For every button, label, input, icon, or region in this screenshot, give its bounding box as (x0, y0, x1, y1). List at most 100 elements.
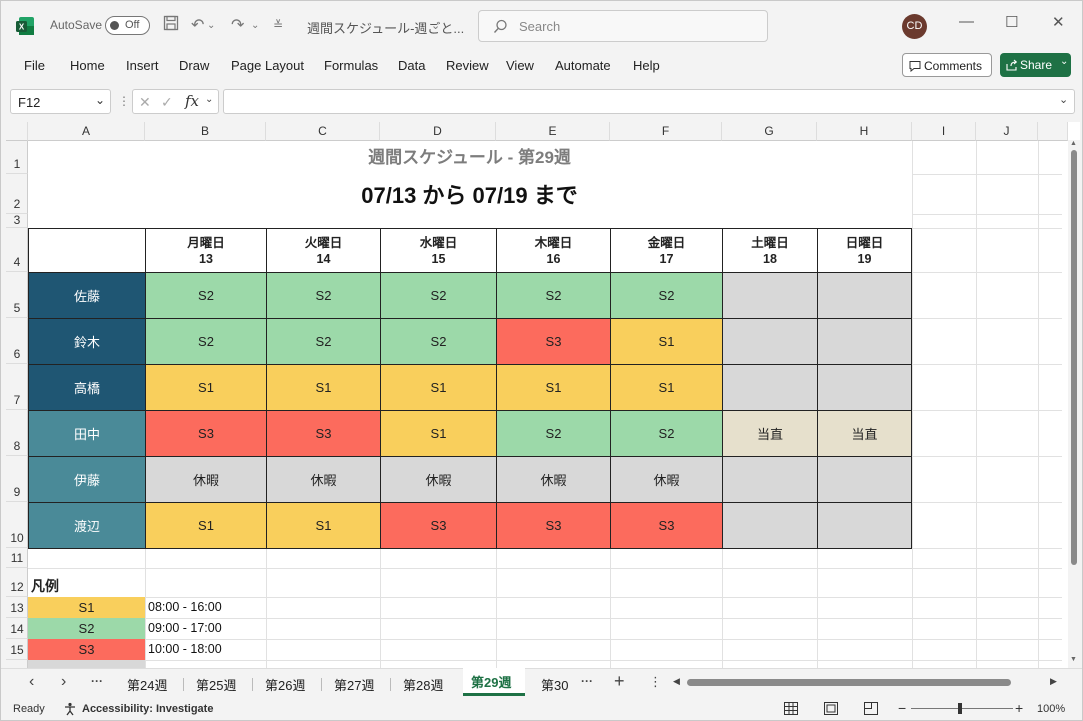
shift-cell[interactable] (722, 364, 818, 411)
comments-button[interactable]: Comments (902, 53, 992, 77)
shift-cell[interactable]: S2 (145, 318, 267, 365)
menu-formulas[interactable]: Formulas (324, 58, 378, 73)
page-break-preview-icon[interactable] (864, 702, 878, 715)
shift-cell[interactable] (817, 364, 912, 411)
shift-cell[interactable]: S1 (266, 364, 381, 411)
column-header-j[interactable]: J (976, 122, 1038, 141)
avatar[interactable]: CD (902, 14, 927, 39)
legend-time-cell[interactable]: 08:00 - 16:00 (148, 600, 222, 614)
menu-view[interactable]: View (506, 58, 534, 73)
menu-file[interactable]: File (24, 58, 45, 73)
search-box[interactable]: Search (478, 10, 768, 42)
shift-cell[interactable]: S2 (145, 272, 267, 319)
day-header-wed[interactable]: 水曜日 15 (380, 228, 497, 273)
shift-cell[interactable] (722, 456, 818, 503)
shift-cell[interactable]: S1 (496, 364, 611, 411)
shift-cell[interactable]: S1 (145, 502, 267, 549)
shift-cell[interactable]: S3 (266, 410, 381, 457)
legend-time-cell[interactable]: 10:00 - 18:00 (148, 642, 222, 656)
sheet-tab[interactable]: 第30 (541, 675, 573, 694)
row-header-5[interactable]: 5 (6, 272, 28, 318)
shift-cell[interactable]: 休暇 (380, 456, 497, 503)
horizontal-scroll-thumb[interactable] (687, 679, 1011, 686)
scroll-up-icon[interactable]: ▲ (1070, 140, 1077, 147)
prev-sheet-icon[interactable]: ‹ (29, 673, 34, 691)
shift-cell[interactable]: 休暇 (266, 456, 381, 503)
column-header-d[interactable]: D (380, 122, 496, 141)
row-header-15[interactable]: 15 (6, 639, 28, 660)
day-header-mon[interactable]: 月曜日 13 (145, 228, 267, 273)
title-chevron-down-icon[interactable]: ⌄ (431, 19, 440, 32)
row-header-13[interactable]: 13 (6, 597, 28, 618)
day-header-tue[interactable]: 火曜日 14 (266, 228, 381, 273)
column-header-i[interactable]: I (912, 122, 976, 141)
menu-draw[interactable]: Draw (179, 58, 209, 73)
shift-cell[interactable]: S2 (266, 272, 381, 319)
column-header-b[interactable]: B (145, 122, 266, 141)
shift-cell[interactable]: 休暇 (145, 456, 267, 503)
menu-help[interactable]: Help (633, 58, 660, 73)
spreadsheet-grid[interactable]: A B C D E F G H I J 1 2 3 4 5 6 7 8 9 10… (6, 122, 1080, 668)
row-header-7[interactable]: 7 (6, 364, 28, 410)
row-header-12[interactable]: 12 (6, 568, 28, 597)
normal-view-icon[interactable] (784, 702, 798, 715)
staff-name-cell[interactable]: 鈴木 (28, 318, 146, 365)
menu-insert[interactable]: Insert (126, 58, 159, 73)
shift-cell[interactable]: S2 (610, 410, 723, 457)
sheet-tab[interactable]: 第26週 (265, 675, 305, 694)
sheet-tab[interactable]: 第25週 (196, 675, 236, 694)
schedule-corner-cell[interactable] (28, 228, 146, 273)
staff-name-cell[interactable]: 伊藤 (28, 456, 146, 503)
shift-cell[interactable]: S1 (145, 364, 267, 411)
next-sheet-icon[interactable]: › (61, 673, 66, 691)
zoom-level[interactable]: 100% (1037, 703, 1065, 715)
vertical-scroll-thumb[interactable] (1071, 150, 1077, 565)
shift-cell[interactable] (817, 318, 912, 365)
column-header-e[interactable]: E (496, 122, 610, 141)
column-header-h[interactable]: H (817, 122, 912, 141)
shift-cell[interactable] (722, 502, 818, 549)
day-header-thu[interactable]: 木曜日 16 (496, 228, 611, 273)
hscroll-right-icon[interactable]: ▶ (1050, 676, 1057, 687)
shift-cell[interactable]: S1 (610, 318, 723, 365)
sheet-tab[interactable]: 第28週 (403, 675, 443, 694)
shift-cell[interactable]: S3 (380, 502, 497, 549)
sheet-tab[interactable]: 第27週 (334, 675, 374, 694)
more-sheets-left-icon[interactable]: ··· (91, 674, 103, 688)
scroll-down-icon[interactable]: ▼ (1070, 656, 1077, 663)
column-header-c[interactable]: C (266, 122, 380, 141)
menu-review[interactable]: Review (446, 58, 489, 73)
sheet-title[interactable]: 週間スケジュール - 第29週 (28, 143, 911, 168)
redo-dropdown-icon[interactable]: ⌄ (251, 20, 259, 31)
shift-cell[interactable]: S3 (610, 502, 723, 549)
more-sheets-right-icon[interactable]: ··· (581, 674, 593, 688)
shift-cell[interactable] (722, 272, 818, 319)
undo-dropdown-icon[interactable]: ⌄ (207, 20, 215, 31)
shift-cell[interactable] (817, 502, 912, 549)
shift-cell[interactable]: S2 (610, 272, 723, 319)
day-header-fri[interactable]: 金曜日 17 (610, 228, 723, 273)
shift-cell[interactable]: 休暇 (496, 456, 611, 503)
shift-cell[interactable]: S1 (610, 364, 723, 411)
row-header-16[interactable] (6, 660, 28, 668)
insert-function-icon[interactable]: fx (185, 92, 199, 110)
menu-page-layout[interactable]: Page Layout (231, 58, 304, 73)
shift-cell[interactable]: S3 (145, 410, 267, 457)
shift-cell[interactable] (817, 272, 912, 319)
row-header-10[interactable]: 10 (6, 502, 28, 548)
shift-cell[interactable]: 当直 (722, 410, 818, 457)
staff-name-cell[interactable]: 高橋 (28, 364, 146, 411)
row-header-4[interactable]: 4 (6, 228, 28, 272)
name-box-chevron-down-icon[interactable]: ⌄ (95, 93, 105, 107)
enter-icon[interactable]: ✓ (161, 94, 173, 111)
row-header-14[interactable]: 14 (6, 618, 28, 639)
sheet-options-icon[interactable]: ⋮ (649, 674, 662, 690)
legend-code-cell[interactable]: S3 (28, 639, 145, 660)
zoom-out-icon[interactable]: − (898, 700, 906, 716)
legend-time-cell[interactable]: 09:00 - 17:00 (148, 621, 222, 635)
share-button[interactable]: Share ⌄ (1000, 53, 1071, 77)
shift-cell[interactable]: S2 (496, 410, 611, 457)
document-title[interactable]: 週間スケジュール-週ごと... (307, 18, 464, 37)
vertical-scrollbar[interactable]: ▲ ▼ (1068, 140, 1080, 668)
zoom-in-icon[interactable]: + (1015, 700, 1023, 716)
